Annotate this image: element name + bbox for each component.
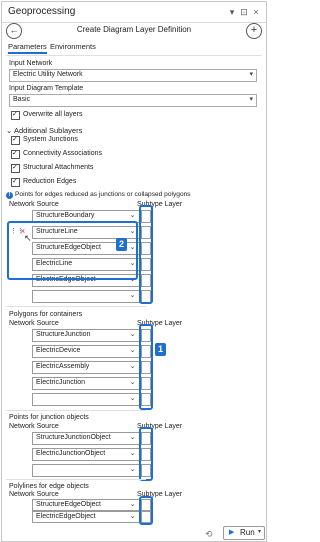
- network-source-header: Network Source: [9, 423, 59, 430]
- network-source-dropdown[interactable]: ElectricDevice ⌄: [32, 345, 140, 358]
- network-source-dropdown[interactable]: ElectricJunctionObject ⌄: [32, 448, 140, 461]
- reduction-edges-label: Reduction Edges: [23, 178, 77, 185]
- close-icon[interactable]: ×: [250, 6, 262, 18]
- connectivity-associations-checkbox[interactable]: [11, 149, 20, 159]
- dropdown-value: ElectricEdgeObject: [36, 513, 96, 520]
- chevron-down-icon[interactable]: ⌄: [128, 290, 137, 300]
- run-button[interactable]: ▶ Run ▾: [223, 526, 265, 540]
- chevron-down-icon[interactable]: ⌄: [128, 511, 137, 521]
- input-network-field[interactable]: Electric Utility Network ▾: [9, 69, 257, 82]
- additional-sublayers-header[interactable]: ⌄ Additional Sublayers: [6, 126, 82, 135]
- chevron-down-icon[interactable]: ⌄: [128, 432, 137, 442]
- additional-sublayers-title: Additional Sublayers: [13, 126, 83, 135]
- dropdown-value: ElectricJunction: [36, 379, 86, 386]
- dropdown-value: ElectricDevice: [36, 347, 81, 354]
- run-label: Run: [240, 528, 255, 537]
- history-icon[interactable]: ⟲: [205, 529, 213, 540]
- network-source-dropdown[interactable]: ElectricAssembly ⌄: [32, 361, 140, 374]
- options-dropdown-icon[interactable]: ▾: [226, 6, 238, 18]
- polylines-heading: Polylines for edge objects: [9, 483, 89, 490]
- pane-title: Geoprocessing: [8, 6, 76, 17]
- chevron-down-icon[interactable]: ⌄: [128, 393, 137, 403]
- chevron-down-icon[interactable]: ⌄: [128, 499, 137, 509]
- network-source-header: Network Source: [9, 491, 59, 498]
- overwrite-label: Overwrite all layers: [23, 111, 83, 118]
- highlight-box-subtype: [139, 205, 153, 304]
- input-template-field[interactable]: Basic ▾: [9, 94, 257, 107]
- chevron-down-icon[interactable]: ⌄: [128, 361, 137, 371]
- chevron-down-icon[interactable]: ▾: [258, 528, 261, 535]
- chevron-down-icon[interactable]: ▾: [249, 95, 253, 103]
- input-network-value: Electric Utility Network: [13, 71, 83, 78]
- add-icon[interactable]: +: [246, 23, 262, 39]
- pane-titlebar: Geoprocessing ▾ ⊡ ×: [2, 2, 266, 23]
- callout-badge-1: 1: [155, 343, 166, 356]
- section-divider: [6, 479, 146, 480]
- dropdown-value: ElectricJunctionObject: [36, 450, 106, 457]
- tab-parameters[interactable]: Parameters: [8, 42, 47, 54]
- points-edges-heading: Points for edges reduced as junctions or…: [15, 191, 191, 198]
- highlight-box-subtype: [139, 427, 153, 481]
- connectivity-associations-label: Connectivity Associations: [23, 150, 102, 157]
- input-network-label: Input Network: [9, 60, 53, 67]
- structural-attachments-label: Structural Attachments: [23, 164, 94, 171]
- input-template-value: Basic: [13, 96, 31, 103]
- network-source-dropdown[interactable]: StructureJunction ⌄: [32, 329, 140, 342]
- callout-badge-2: 2: [116, 238, 127, 251]
- chevron-down-icon[interactable]: ⌄: [128, 448, 137, 458]
- network-source-dropdown[interactable]: StructureEdgeObject ⌄: [32, 499, 140, 511]
- network-source-dropdown[interactable]: ElectricJunction ⌄: [32, 377, 140, 390]
- chevron-down-icon[interactable]: ▾: [249, 70, 253, 78]
- chevron-down-icon[interactable]: ⌄: [128, 210, 137, 220]
- polygons-heading: Polygons for containers: [9, 311, 83, 318]
- highlight-box-subtype: [139, 496, 153, 525]
- network-source-dropdown[interactable]: ⌄: [32, 393, 140, 406]
- network-source-dropdown[interactable]: StructureJunctionObject ⌄: [32, 432, 140, 445]
- dropdown-value: ElectricAssembly: [36, 363, 90, 370]
- structural-attachments-checkbox[interactable]: [11, 163, 20, 173]
- dropdown-value: StructureBoundary: [36, 212, 95, 219]
- tool-header: ← Create Diagram Layer Definition +: [2, 23, 266, 41]
- tab-environments[interactable]: Environments: [50, 42, 96, 51]
- network-source-dropdown[interactable]: ElectricEdgeObject ⌄: [32, 511, 140, 523]
- overwrite-checkbox[interactable]: [11, 110, 20, 120]
- dropdown-value: StructureJunction: [36, 331, 91, 338]
- auto-hide-icon[interactable]: ⊡: [238, 6, 250, 18]
- points-junction-heading: Points for junction objects: [9, 414, 89, 421]
- dropdown-value: StructureEdgeObject: [36, 501, 101, 508]
- network-source-dropdown[interactable]: ⌄: [32, 290, 140, 303]
- chevron-down-icon[interactable]: ⌄: [128, 464, 137, 474]
- input-template-label: Input Diagram Template: [9, 85, 84, 92]
- highlight-box-subtype: [139, 324, 153, 410]
- chevron-down-icon[interactable]: ⌄: [128, 345, 137, 355]
- info-icon[interactable]: !: [6, 192, 13, 199]
- section-divider: [6, 410, 146, 411]
- network-source-header: Network Source: [9, 320, 59, 327]
- dropdown-value: StructureJunctionObject: [36, 434, 111, 441]
- network-source-dropdown[interactable]: ⌄: [32, 464, 140, 477]
- tool-title: Create Diagram Layer Definition: [76, 25, 192, 34]
- geoprocessing-pane: Geoprocessing ▾ ⊡ × ← Create Diagram Lay…: [1, 1, 267, 542]
- section-divider: [6, 306, 146, 307]
- system-junctions-checkbox[interactable]: [11, 135, 20, 145]
- chevron-down-icon[interactable]: ⌄: [128, 329, 137, 339]
- reduction-edges-checkbox[interactable]: [11, 177, 20, 187]
- network-source-header: Network Source: [9, 201, 59, 208]
- chevron-down-icon[interactable]: ⌄: [128, 377, 137, 387]
- system-junctions-label: System Junctions: [23, 136, 78, 143]
- play-icon: ▶: [229, 529, 235, 536]
- tab-divider: [6, 55, 262, 56]
